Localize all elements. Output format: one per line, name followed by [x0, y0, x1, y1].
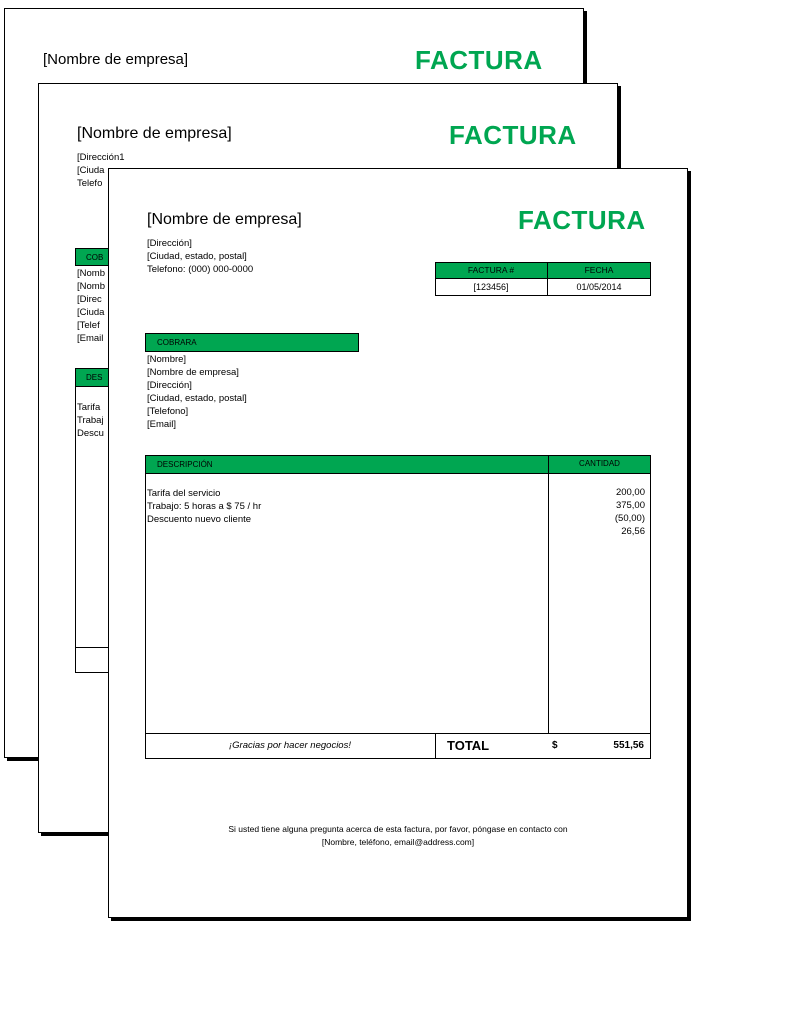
footer-line: Si usted tiene alguna pregunta acerca de… [228, 824, 568, 834]
bill-to-company: [Nomb [77, 281, 105, 292]
bill-to-name: [Nombre] [147, 354, 187, 365]
quantity-header: CANTIDAD [579, 459, 620, 468]
item-amount: 200,00 [615, 487, 645, 498]
bill-to-phone: [Telef [77, 320, 100, 331]
bill-to-address: [Dirección] [147, 380, 192, 391]
phone-line: Telefo [77, 178, 103, 189]
bill-to-address: [Direc [77, 294, 102, 305]
invoice-number-value: [123456] [473, 282, 509, 292]
company-name: [Nombre de empresa] [147, 211, 302, 228]
item-line: Descu [77, 428, 104, 439]
item-amount: (50,00) [614, 513, 645, 524]
bill-to-email: [Email] [147, 419, 177, 430]
invoice-title: FACTURA [449, 120, 577, 150]
footer-line: [Nombre, teléfono, email@address.com] [321, 837, 475, 847]
invoice-title: FACTURA [415, 45, 543, 75]
bill-to-company: [Nombre de empresa] [147, 367, 239, 378]
description-header: DESCRIPCIÓN [157, 460, 213, 469]
item-amount: 26,56 [621, 526, 645, 537]
phone-line: Telefono: (000) 000-0000 [147, 264, 254, 275]
currency-symbol: $ [552, 740, 558, 751]
total-divider [145, 733, 651, 734]
city-line: [Ciudad, estado, postal] [147, 251, 247, 262]
total-label: TOTAL [447, 738, 490, 753]
item-line: Trabaj [77, 415, 104, 426]
item-line: Tarifa [77, 402, 101, 413]
bill-to-name: [Nomb [77, 268, 105, 279]
bill-to-city: [Ciuda [77, 307, 105, 318]
date-header: FECHA [584, 265, 614, 275]
invoice-number-header: FACTURA # [467, 265, 515, 275]
item-amount: 375,00 [615, 500, 645, 511]
invoice-date-value: 01/05/2014 [576, 282, 622, 292]
address-line: [Dirección1 [77, 152, 125, 163]
city-line: [Ciuda [77, 165, 105, 176]
item-description: Trabajo: 5 horas a $ 75 / hr [147, 501, 262, 512]
invoice-page-front: [Nombre de empresa] FACTURA [Dirección] … [108, 168, 688, 918]
total-divider [435, 733, 436, 759]
invoice-title: FACTURA [518, 205, 646, 235]
item-description: Tarifa del servicio [147, 488, 221, 499]
bill-to-email: [Email [77, 333, 104, 344]
bill-to-phone: [Telefono] [147, 406, 189, 417]
item-description: Descuento nuevo cliente [147, 514, 252, 525]
thanks-message: ¡Gracias por hacer negocios! [229, 740, 351, 751]
bill-to-header: COBRARA [145, 333, 359, 352]
company-name: [Nombre de empresa] [43, 51, 189, 68]
footer-contact: Si usted tiene alguna pregunta acerca de… [109, 823, 687, 849]
total-value: 551,56 [613, 740, 644, 751]
bill-to-city: [Ciudad, estado, postal] [147, 393, 247, 404]
address-line: [Dirección] [147, 238, 192, 249]
company-name: [Nombre de empresa] [77, 125, 232, 142]
